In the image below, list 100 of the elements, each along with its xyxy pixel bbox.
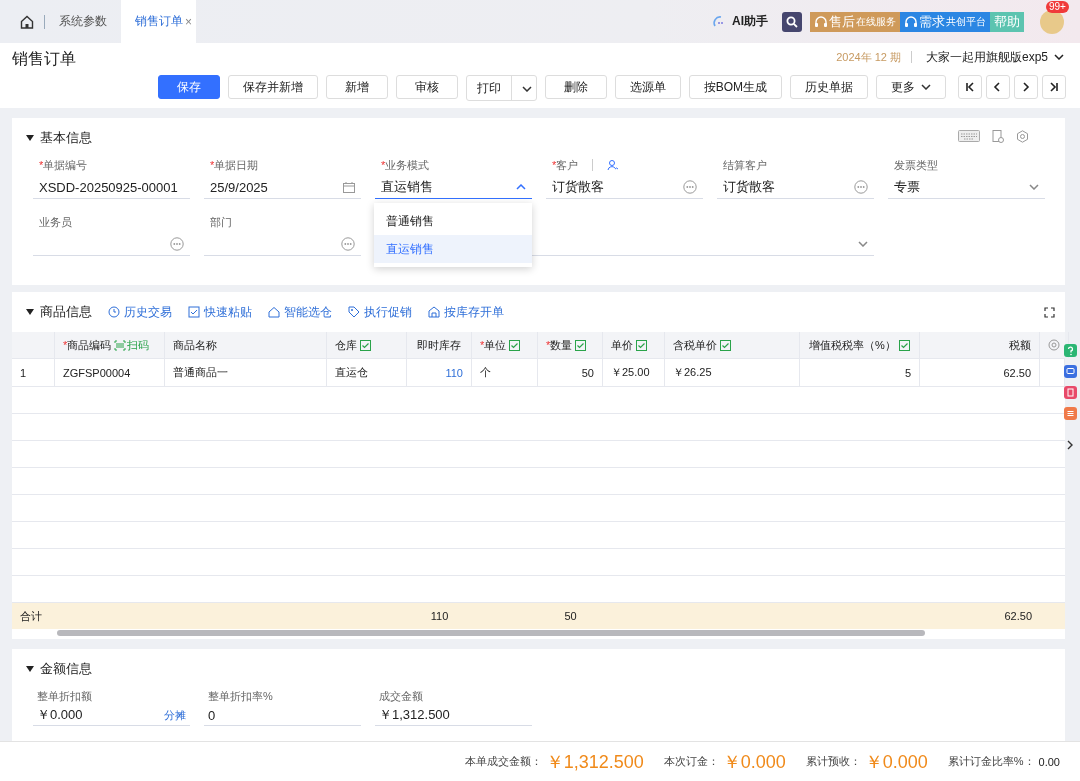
toolbar-button[interactable]: 新增 bbox=[325, 75, 388, 99]
tool-link[interactable]: 按库存开单 bbox=[428, 303, 504, 321]
checkbox-icon[interactable] bbox=[898, 339, 910, 351]
toolbar-button[interactable]: 历史单据 bbox=[790, 75, 868, 99]
chevron-down-icon bbox=[1029, 184, 1039, 190]
summary-value: 0.00 bbox=[1038, 755, 1060, 768]
checkbox-icon[interactable] bbox=[720, 339, 731, 351]
column-header: *商品编码 bbox=[63, 337, 112, 353]
print-split-button[interactable]: 打印 bbox=[465, 75, 537, 101]
next-button[interactable] bbox=[1014, 75, 1038, 99]
table-cell: 50 bbox=[538, 359, 603, 386]
table-cell: ZGFSP00004 bbox=[55, 359, 165, 386]
person-icon[interactable] bbox=[607, 159, 620, 171]
document-settings-icon[interactable] bbox=[992, 130, 1004, 143]
total-value: 62.50 bbox=[1003, 609, 1033, 624]
headset-icon bbox=[814, 14, 828, 29]
more-icon[interactable] bbox=[854, 180, 868, 194]
tab[interactable]: 销售订单 × bbox=[121, 0, 196, 43]
store-icon bbox=[428, 306, 440, 318]
field-value: 直运销售 bbox=[381, 178, 433, 196]
more-icon[interactable] bbox=[170, 237, 184, 251]
tool-link[interactable]: 历史交易 bbox=[108, 303, 172, 321]
more-menu-button[interactable]: 更多 bbox=[876, 75, 946, 99]
column-header: 仓库 bbox=[335, 337, 357, 353]
calendar-icon[interactable] bbox=[343, 181, 355, 193]
summary-value: ￥0.000 bbox=[864, 750, 928, 774]
checkbox-icon[interactable] bbox=[575, 339, 587, 351]
scan-icon bbox=[114, 339, 127, 351]
form-field[interactable]: 发票类型 专票 bbox=[888, 158, 1045, 199]
checkbox-icon[interactable] bbox=[509, 339, 521, 351]
collapse-triangle-icon[interactable] bbox=[26, 135, 34, 141]
next-icon bbox=[1021, 82, 1031, 92]
tool-link[interactable]: 智能选仓 bbox=[268, 303, 332, 321]
form-field[interactable]: 整单折扣率% 0 bbox=[204, 689, 361, 726]
notification-badge: 99+ bbox=[1046, 0, 1069, 13]
scrollbar[interactable] bbox=[57, 630, 925, 636]
field-value: 订货散客 bbox=[552, 178, 604, 196]
settings-icon[interactable] bbox=[1048, 339, 1060, 351]
collapse-triangle-icon[interactable] bbox=[26, 309, 34, 315]
table-cell: 62.50 bbox=[920, 359, 1040, 386]
checkbox-icon bbox=[188, 306, 200, 318]
avatar[interactable] bbox=[1040, 9, 1064, 34]
column-header: 即时库存 bbox=[417, 337, 461, 353]
close-icon[interactable]: × bbox=[185, 14, 192, 29]
table-cell: 5 bbox=[800, 359, 920, 386]
home-icon[interactable] bbox=[20, 14, 34, 29]
dropdown-option[interactable]: 普通销售 bbox=[374, 207, 532, 235]
previous-button[interactable] bbox=[986, 75, 1010, 99]
total-value: 50 bbox=[563, 609, 578, 624]
table-cell: ￥26.25 bbox=[665, 359, 800, 386]
toolbar-button[interactable]: 选源单 bbox=[614, 75, 681, 99]
tab[interactable]: 系统参数 bbox=[55, 0, 121, 43]
toolbar-button[interactable]: 保存并新增 bbox=[227, 75, 318, 99]
column-header: 增值税税率（%） bbox=[809, 337, 896, 353]
summary-value: ￥0.000 bbox=[722, 750, 786, 774]
service-button[interactable]: 需求共创平台 bbox=[900, 11, 990, 32]
toolbar-button[interactable]: 按BOM生成 bbox=[688, 75, 782, 99]
more-icon[interactable] bbox=[683, 180, 697, 194]
clock-icon bbox=[108, 306, 120, 318]
last-page-icon bbox=[1049, 82, 1059, 92]
form-field[interactable]: *单据编号 XSDD-20250925-00001 bbox=[33, 158, 190, 199]
dropdown-option[interactable]: 直运销售 bbox=[374, 235, 532, 263]
more-icon[interactable] bbox=[341, 237, 355, 251]
toolbar-button[interactable]: 审核 bbox=[395, 75, 458, 99]
assistant-label[interactable]: AI助手 bbox=[732, 13, 768, 30]
search-button[interactable] bbox=[782, 11, 802, 32]
chevron-down-icon bbox=[521, 86, 532, 92]
save-button[interactable]: 保存 bbox=[157, 75, 220, 99]
chevron-right-icon[interactable] bbox=[1067, 440, 1073, 450]
tool-link[interactable]: 执行促销 bbox=[348, 303, 412, 321]
table-cell: ￥25.00 bbox=[603, 359, 665, 386]
form-field[interactable]: 整单折扣额 ￥0.000 分摊 bbox=[33, 689, 190, 726]
tool-link[interactable]: 快速粘贴 bbox=[188, 303, 252, 321]
chevron-up-icon[interactable] bbox=[516, 184, 526, 190]
field-label: 部门 bbox=[210, 214, 232, 230]
field-value: 订货散客 bbox=[723, 178, 775, 196]
settings-icon[interactable] bbox=[1016, 130, 1029, 143]
summary-label: 累计预收： bbox=[805, 754, 861, 769]
field-value: 25/9/2025 bbox=[210, 179, 268, 195]
collapse-triangle-icon[interactable] bbox=[26, 666, 34, 672]
form-field[interactable]: 成交金额 ￥1,312.500 bbox=[375, 689, 532, 726]
field-label: 成交金额 bbox=[379, 689, 424, 703]
checkbox-icon[interactable] bbox=[636, 339, 647, 351]
last-page-button[interactable] bbox=[1042, 75, 1066, 99]
fullscreen-icon[interactable] bbox=[1044, 306, 1055, 318]
keyboard-icon[interactable] bbox=[958, 130, 980, 142]
checkbox-icon[interactable] bbox=[360, 339, 371, 351]
form-field[interactable]: *客户 订货散客 bbox=[546, 158, 703, 199]
total-label: 合计 bbox=[19, 608, 43, 624]
toolbar-button[interactable]: 删除 bbox=[544, 75, 607, 99]
house-icon bbox=[268, 306, 280, 318]
field-label: *单据编号 bbox=[39, 157, 88, 173]
form-field[interactable]: 部门 bbox=[204, 215, 361, 256]
form-field[interactable]: 结算客户 订货散客 bbox=[717, 158, 874, 199]
page-title: 销售订单 bbox=[12, 48, 76, 69]
allocate-link[interactable]: 分摊 bbox=[164, 707, 186, 723]
first-page-button[interactable] bbox=[958, 75, 982, 99]
form-field[interactable]: 业务员 bbox=[33, 215, 190, 256]
form-field[interactable]: *单据日期 25/9/2025 bbox=[204, 158, 361, 199]
form-field[interactable]: *业务模式 直运销售 bbox=[375, 158, 532, 199]
